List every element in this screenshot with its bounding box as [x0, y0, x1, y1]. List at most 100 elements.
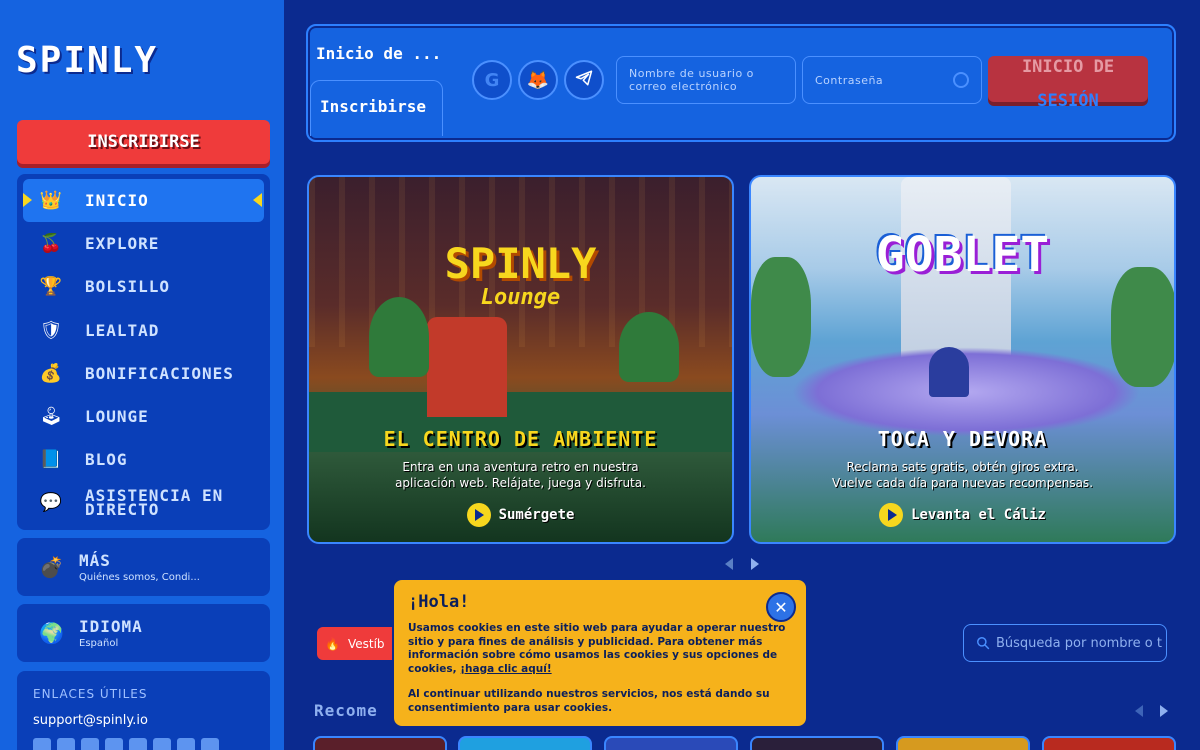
banner-goblet[interactable]: GOBLET TOCA Y DEVORA Reclama sats gratis…: [749, 175, 1176, 544]
sidebar-item-label: BLOG: [85, 450, 128, 470]
trophy-icon: 🏆: [39, 276, 63, 298]
google-icon: G: [484, 69, 500, 91]
sidebar-item-bonificaciones[interactable]: 💰 BONIFICACIONES: [23, 352, 264, 395]
bomb-icon: 💣: [39, 555, 64, 579]
game-thumbnail[interactable]: [313, 736, 447, 750]
banner-title: EL CENTRO DE AMBIENTE: [383, 427, 658, 451]
support-email-link[interactable]: support@spinly.io: [33, 713, 254, 728]
sidebar-item-asistencia[interactable]: 💬 ASISTENCIA EN DIRECTO: [23, 481, 264, 524]
banner-title: TOCA Y DEVORA: [877, 427, 1048, 451]
book-icon: 📘: [39, 449, 63, 471]
joystick-icon: 🕹: [39, 406, 63, 428]
tree-right: [1111, 267, 1174, 387]
facebook-icon[interactable]: [201, 738, 219, 750]
plant-right: [619, 312, 679, 382]
cherry-icon: 🍒: [39, 233, 63, 255]
spinly-logo[interactable]: SPINLY: [16, 40, 158, 81]
telegram-login-button[interactable]: [564, 60, 604, 100]
discord-icon[interactable]: [57, 738, 75, 750]
show-password-icon[interactable]: [953, 72, 969, 88]
sidebar-item-label: ASISTENCIA EN DIRECTO: [85, 485, 224, 519]
youtube-icon[interactable]: [153, 738, 171, 750]
username-placeholder: Nombre de usuario o correo electrónico: [629, 67, 754, 93]
banner-text-line: Entra en una aventura retro en nuestra: [402, 460, 639, 474]
globe-icon: 🌍: [39, 621, 64, 645]
active-indicator-left-icon: [23, 193, 32, 207]
banner-cta-label: Sumérgete: [498, 507, 575, 523]
cookie-title: ¡Hola!: [408, 592, 470, 612]
useful-links: ENLACES ÚTILES support@spinly.io: [17, 671, 270, 750]
sidebar-more[interactable]: 💣 MÁS Quiénes somos, Condi...: [17, 538, 270, 596]
cookie-info-link[interactable]: ¡haga clic aquí!: [460, 663, 551, 675]
banner-text: Entra en una aventura retro en nuestra a…: [309, 459, 732, 491]
banner-text-line: aplicación web. Relájate, juega y disfru…: [395, 476, 646, 490]
sidebar-signup-button[interactable]: INSCRIBIRSE: [17, 120, 270, 164]
sidebar-item-label: LOUNGE: [85, 407, 149, 427]
banner-text-line: Vuelve cada día para nuevas recompensas.: [831, 476, 1094, 490]
game-thumbnail[interactable]: [750, 736, 884, 750]
sidebar-item-inicio[interactable]: 👑 INICIO: [23, 179, 264, 223]
game-search-input[interactable]: Búsqueda por nombre o t: [963, 624, 1167, 662]
more-title: MÁS: [79, 551, 111, 570]
knight: [929, 347, 969, 397]
chat-heart-icon: 💬: [39, 492, 63, 514]
banner-logo: SPINLY: [444, 239, 597, 288]
sidebar-item-explore[interactable]: 🍒 EXPLORE: [23, 222, 264, 265]
tab-login[interactable]: Inicio de ...: [316, 44, 441, 63]
social-links: [33, 738, 254, 750]
metamask-login-button[interactable]: 🦊: [518, 60, 558, 100]
crown-icon: 👑: [39, 190, 63, 212]
recommended-next-icon[interactable]: [1160, 705, 1168, 717]
recommended-title: Recome: [314, 701, 378, 720]
banner-logo: GOBLET: [875, 227, 1050, 283]
telegram-icon[interactable]: [33, 738, 51, 750]
shield-icon: 🛡: [39, 319, 63, 341]
sidebar-item-label: BONIFICACIONES: [85, 363, 234, 383]
login-panel: Inicio de ... Inscribirse G 🦊 Nombre de …: [306, 24, 1176, 142]
recommended-prev-icon[interactable]: [1135, 705, 1143, 717]
twitter-icon[interactable]: [81, 738, 99, 750]
carousel-prev-icon[interactable]: [725, 558, 733, 570]
fire-icon: 🔥: [325, 636, 340, 651]
active-indicator-right-icon: [253, 193, 262, 207]
login-submit-button[interactable]: INICIO DE SESIÓN: [988, 56, 1148, 111]
play-icon: [879, 503, 904, 527]
sidebar-item-lounge[interactable]: 🕹 LOUNGE: [23, 395, 264, 438]
username-field[interactable]: Nombre de usuario o correo electrónico: [616, 56, 796, 104]
language-title: IDIOMA: [79, 617, 143, 636]
close-icon[interactable]: ✕: [766, 592, 796, 622]
sidebar-item-lealtad[interactable]: 🛡 LEALTAD: [23, 309, 264, 352]
sidebar-item-blog[interactable]: 📘 BLOG: [23, 438, 264, 481]
google-login-button[interactable]: G: [472, 60, 512, 100]
instagram-icon[interactable]: [177, 738, 195, 750]
play-icon: [466, 503, 491, 527]
banner-logo-sub: Lounge: [480, 285, 561, 310]
password-field[interactable]: Contraseña: [802, 56, 982, 104]
banner-text: Reclama sats gratis, obtén giros extra. …: [751, 459, 1174, 491]
banner-cta[interactable]: Sumérgete: [309, 503, 732, 527]
music-icon[interactable]: [129, 738, 147, 750]
search-icon: [977, 637, 990, 650]
banner-cta[interactable]: Levanta el Cáliz: [751, 503, 1174, 527]
category-pill-label: Vestíb: [347, 636, 385, 651]
sidebar-item-label: BOLSILLO: [85, 277, 171, 297]
language-subtitle: Español: [79, 638, 119, 649]
more-subtitle: Quiénes somos, Condi...: [79, 572, 200, 583]
password-placeholder: Contraseña: [815, 73, 884, 87]
banner-cta-label: Levanta el Cáliz: [911, 507, 1046, 523]
banner-text-line: Reclama sats gratis, obtén giros extra.: [846, 460, 1079, 474]
banner-lounge[interactable]: SPINLY Lounge EL CENTRO DE AMBIENTE Entr…: [307, 175, 734, 544]
game-thumbnail[interactable]: [896, 736, 1030, 750]
character: [427, 317, 507, 417]
sidebar-nav: 👑 INICIO 🍒 EXPLORE 🏆 BOLSILLO 🛡 LEALTAD …: [17, 174, 270, 530]
game-thumbnail[interactable]: [1042, 736, 1176, 750]
game-thumbnail[interactable]: [458, 736, 592, 750]
spotify-icon[interactable]: [105, 738, 123, 750]
sidebar-item-bolsillo[interactable]: 🏆 BOLSILLO: [23, 265, 264, 308]
tab-signup[interactable]: Inscribirse: [310, 80, 443, 136]
telegram-icon: [575, 69, 593, 92]
sidebar-language[interactable]: 🌍 IDIOMA Español: [17, 604, 270, 662]
game-thumbnail[interactable]: [604, 736, 738, 750]
carousel-next-icon[interactable]: [751, 558, 759, 570]
cookie-text: Usamos cookies en este sitio web para ay…: [408, 622, 792, 676]
